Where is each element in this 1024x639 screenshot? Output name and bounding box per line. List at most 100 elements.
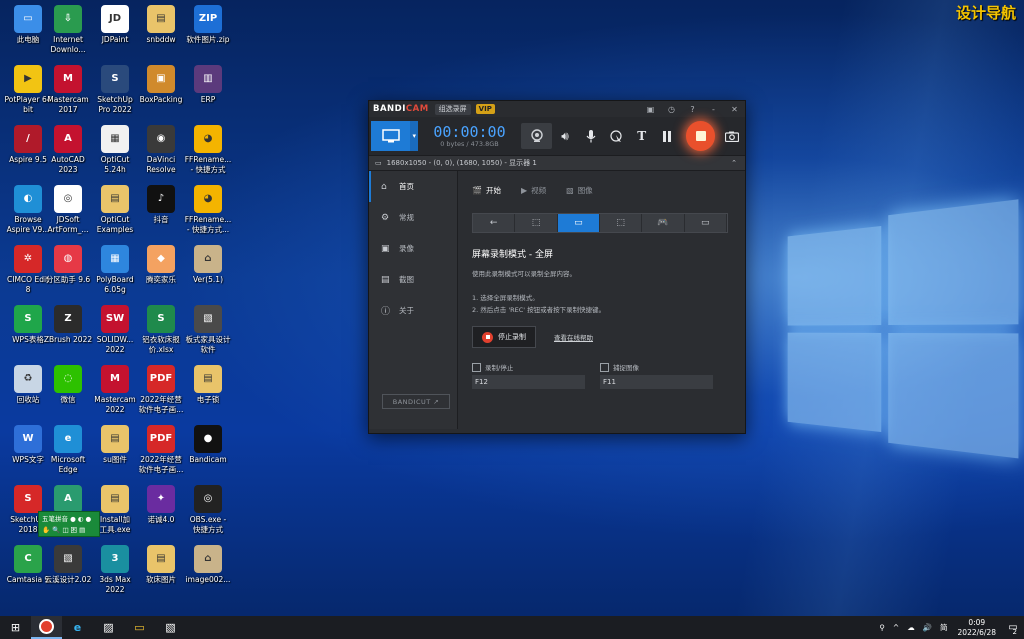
text-overlay-icon[interactable]: T <box>629 121 655 151</box>
tab-start[interactable]: 🎬 开始 <box>472 185 501 196</box>
app-icon: ▶ <box>14 65 42 93</box>
icon-glyph: ▤ <box>203 373 213 384</box>
icon-glyph: ◍ <box>63 253 73 264</box>
clock[interactable]: 0:09 2022/6/28 <box>958 618 996 638</box>
vip-badge[interactable]: VIP <box>475 104 495 114</box>
help-icon[interactable]: ? <box>682 105 703 114</box>
app-icon: ▤ <box>101 185 129 213</box>
app-icon: C <box>14 545 42 573</box>
ime-widget[interactable]: 五笔拼音 ● ◐ ● ✋ 🔍 ◫ 困 ▤ <box>38 511 100 537</box>
icon-glyph: 3 <box>111 553 119 564</box>
close-button[interactable]: ✕ <box>724 105 745 114</box>
network-icon[interactable]: ☁ <box>907 623 915 632</box>
info-icon: ⓘ <box>381 307 391 317</box>
collapse-icon[interactable]: ⌃ <box>731 159 737 167</box>
ime-indicator[interactable]: 简 <box>940 622 948 633</box>
region-bar[interactable]: ▭ 1680x1050 - (0, 0), (1680, 1050) - 显示器… <box>369 155 745 171</box>
bandicam-titlebar[interactable]: BANDICAM 组选录屏 VIP ▣ ◷ ? - ✕ <box>369 101 745 117</box>
microphone-icon[interactable] <box>578 121 604 151</box>
clock-icon[interactable]: ◷ <box>661 105 682 114</box>
record-hotkey-checkbox[interactable] <box>472 362 481 372</box>
volume-icon[interactable]: 🔊 <box>923 623 932 632</box>
bandicut-button[interactable]: BANDICUT ↗ <box>382 394 450 409</box>
rectangle-mode-icon[interactable]: ⬚ <box>515 214 558 232</box>
taskbar-bandicam[interactable] <box>31 616 62 639</box>
people-icon[interactable]: ⚲ <box>879 623 885 632</box>
folder-icon[interactable]: ▣ <box>640 105 661 114</box>
app-icon: W <box>14 425 42 453</box>
taskbar-explorer[interactable]: ▭ <box>124 616 155 639</box>
picture-icon: ▧ <box>566 186 574 195</box>
desktop-icon[interactable]: ▤ 电子锁 <box>180 363 236 421</box>
record-stop-button[interactable] <box>686 121 716 151</box>
app-icon: ♪ <box>147 185 175 213</box>
app-icon: ✦ <box>147 485 175 513</box>
taskbar-edge[interactable]: e <box>62 616 93 639</box>
taskbar-app-2[interactable]: ▧ <box>155 616 186 639</box>
desktop-icon[interactable]: ⌂ image002... <box>180 543 236 601</box>
icon-glyph: ⌂ <box>204 253 212 264</box>
cursor-mode-icon[interactable]: ⬚ <box>600 214 643 232</box>
app-icon: PDF <box>147 365 175 393</box>
nav-video[interactable]: ▣ 录像 <box>369 233 457 264</box>
app-icon: ◆ <box>147 245 175 273</box>
device-mode-icon[interactable]: ▭ <box>685 214 727 232</box>
screenshot-camera-icon[interactable] <box>719 121 745 151</box>
capture-hotkey-checkbox[interactable] <box>600 362 609 372</box>
back-arrow-icon[interactable]: ← <box>473 214 516 232</box>
taskbar-app-1[interactable]: ▨ <box>93 616 124 639</box>
desktop-icon[interactable]: ◕ FFRename... - 快捷方式 <box>180 123 236 181</box>
start-button[interactable]: ⊞ <box>0 616 31 639</box>
nav-general[interactable]: ⚙ 常规 <box>369 202 457 233</box>
game-mode-icon[interactable]: 🎮 <box>642 214 685 232</box>
app-icon: ◎ <box>54 185 82 213</box>
nav-about[interactable]: ⓘ 关于 <box>369 295 457 326</box>
stop-square-icon <box>695 131 706 141</box>
fullscreen-mode-icon[interactable]: ▭ <box>557 214 600 232</box>
desktop-icon-label: FFRename... - 快捷方式 <box>184 155 232 174</box>
file-size-text: 0 bytes / 473.8GB <box>440 140 499 148</box>
mode-badge[interactable]: 组选录屏 <box>434 103 471 115</box>
app-icon: ● <box>194 425 222 453</box>
nav-image[interactable]: ▤ 截图 <box>369 264 457 295</box>
cursor-effect-icon[interactable] <box>603 121 629 151</box>
desktop-icon[interactable]: ⌂ Ver(5.1) <box>180 243 236 301</box>
video-icon: ▣ <box>381 243 390 254</box>
image-icon: ▤ <box>381 274 390 285</box>
icon-glyph: C <box>24 553 32 564</box>
minimize-button[interactable]: - <box>703 105 724 114</box>
tab-video[interactable]: ▶ 视频 <box>521 185 546 196</box>
app-icon: e <box>54 425 82 453</box>
desktop-icon[interactable]: ● Bandicam <box>180 423 236 481</box>
record-hotkey-field[interactable]: F12 <box>472 375 585 389</box>
icon-glyph: ▧ <box>63 553 73 564</box>
desktop-icon[interactable]: ◎ OBS.exe - 快捷方式 <box>180 483 236 541</box>
desktop-icon[interactable]: ▥ ERP <box>180 63 236 121</box>
pause-icon[interactable] <box>654 121 680 151</box>
tab-image[interactable]: ▧ 图像 <box>566 185 593 196</box>
desktop-icon[interactable]: ▧ 板式家具设计 软件 <box>180 303 236 361</box>
stop-recording-button[interactable]: 停止录制 <box>472 326 536 348</box>
desktop-icon-label: 电子锁 <box>196 395 220 404</box>
mode-dropdown-icon[interactable]: ▾ <box>410 121 419 151</box>
icon-glyph: S <box>24 313 32 324</box>
desktop-icon[interactable]: ◕ FFRename... - 快捷方式... <box>180 183 236 241</box>
speaker-icon[interactable]: 🔊︎ <box>552 121 578 151</box>
monitor-icon <box>381 129 400 143</box>
capture-hotkey-field[interactable]: F11 <box>600 375 713 389</box>
icon-glyph: ♪ <box>157 193 165 204</box>
icon-glyph: ● <box>203 433 213 444</box>
content-tabs: 🎬 开始 ▶ 视频 ▧ 图像 <box>472 185 733 196</box>
app-icon: SW <box>101 305 129 333</box>
desktop-icon[interactable]: ZIP 软件图片.zip <box>180 3 236 61</box>
online-help-link[interactable]: 查看在线帮助 <box>554 332 593 342</box>
tray-expand-icon[interactable]: ^ <box>893 623 899 632</box>
notification-icon[interactable]: ▭ 2 <box>1002 622 1024 636</box>
icon-glyph: ▤ <box>110 433 120 444</box>
icon-glyph: ◆ <box>157 253 165 264</box>
play-icon: ▶ <box>520 186 528 195</box>
nav-home[interactable]: ⌂ 首页 <box>369 171 457 202</box>
webcam-button[interactable] <box>520 123 553 149</box>
app-icon: ◉ <box>147 125 175 153</box>
screen-mode-button[interactable] <box>371 121 411 151</box>
